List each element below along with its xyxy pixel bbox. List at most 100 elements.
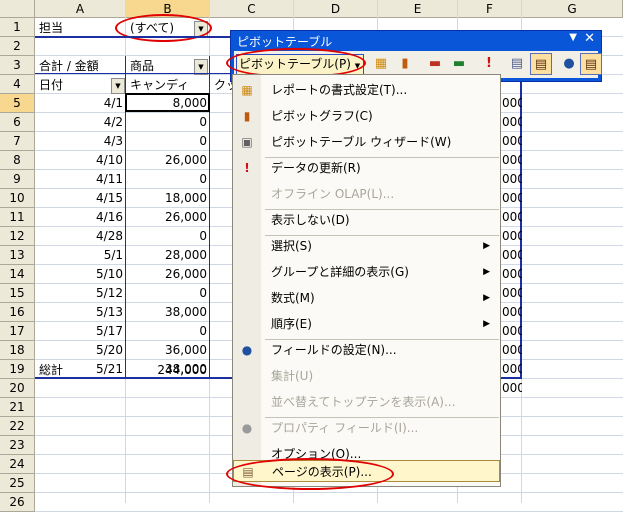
row-header[interactable]: 25: [0, 474, 35, 493]
row-header[interactable]: 8: [0, 151, 35, 170]
column-header-d[interactable]: D: [294, 0, 378, 18]
amount-cell[interactable]: 26,000: [127, 151, 210, 170]
menu-item-label: ピボットグラフ(C): [271, 109, 373, 123]
column-header-e[interactable]: E: [378, 0, 458, 18]
row-header[interactable]: 24: [0, 455, 35, 474]
active-cell-border: [125, 93, 210, 112]
amount-cell[interactable]: 26,000: [127, 208, 210, 227]
date-cell[interactable]: 5/20: [36, 341, 126, 360]
row-header[interactable]: 18: [0, 341, 35, 360]
partial-value-cell: 000: [502, 115, 522, 129]
row-field-dropdown-icon[interactable]: ▼: [111, 78, 125, 94]
row-header[interactable]: 1: [0, 18, 35, 37]
menu-item-13[interactable]: ● プロパティ フィールド(I)...: [233, 417, 500, 439]
row-field-label: 日付: [39, 78, 64, 92]
amount-cell[interactable]: 0: [127, 227, 210, 246]
menu-item-3[interactable]: ! データの更新(R): [233, 157, 500, 179]
amount-cell[interactable]: 38,000: [127, 303, 210, 322]
amount-cell[interactable]: 0: [127, 132, 210, 151]
amount-cell[interactable]: 26,000: [127, 265, 210, 284]
menu-item-label: オフライン OLAP(L)...: [271, 187, 395, 201]
close-icon[interactable]: ✕: [584, 31, 595, 46]
pivot-chart-icon[interactable]: ▮: [394, 53, 416, 75]
menu-item-4[interactable]: オフライン OLAP(L)...: [233, 183, 500, 205]
date-cell[interactable]: 4/28: [36, 227, 126, 246]
pivot-chart-icon: ▮: [243, 109, 251, 123]
column-header-g[interactable]: G: [522, 0, 623, 18]
date-cell[interactable]: 5/17: [36, 322, 126, 341]
include-hidden-icon[interactable]: ▤: [506, 53, 528, 75]
column-header-c[interactable]: C: [210, 0, 294, 18]
row-header[interactable]: 16: [0, 303, 35, 322]
row-header[interactable]: 23: [0, 436, 35, 455]
menu-item-10[interactable]: ● フィールドの設定(N)...: [233, 339, 500, 361]
amount-cell[interactable]: 0: [127, 170, 210, 189]
menu-item-9[interactable]: 順序(E) ▶: [233, 313, 500, 335]
hide-detail-icon[interactable]: ▬: [424, 53, 446, 75]
partial-value-cell: 000: [502, 324, 522, 338]
toolbar-options-icon[interactable]: ▼: [569, 32, 577, 43]
menu-item-1[interactable]: ▮ ピボットグラフ(C): [233, 105, 500, 127]
amount-cell[interactable]: 0: [127, 322, 210, 341]
date-cell[interactable]: 4/10: [36, 151, 126, 170]
field-settings-icon[interactable]: ●: [558, 53, 580, 75]
row-header[interactable]: 15: [0, 284, 35, 303]
amount-cell[interactable]: 18,000: [127, 189, 210, 208]
row-header[interactable]: 5: [0, 94, 35, 113]
partial-value-cell: 000: [502, 191, 522, 205]
row-header[interactable]: 6: [0, 113, 35, 132]
row-header[interactable]: 2: [0, 37, 35, 56]
menu-item-label: 並べ替えてトップテンを表示(A)...: [271, 395, 456, 409]
menu-item-7[interactable]: グループと詳細の表示(G) ▶: [233, 261, 500, 283]
amount-cell[interactable]: 28,000: [127, 246, 210, 265]
row-header[interactable]: 17: [0, 322, 35, 341]
date-cell[interactable]: 4/3: [36, 132, 126, 151]
menu-item-12[interactable]: 並べ替えてトップテンを表示(A)...: [233, 391, 500, 413]
amount-cell[interactable]: 0: [127, 113, 210, 132]
row-header[interactable]: 12: [0, 227, 35, 246]
row-header[interactable]: 22: [0, 417, 35, 436]
date-cell[interactable]: 4/11: [36, 170, 126, 189]
date-cell[interactable]: 4/2: [36, 113, 126, 132]
row-header[interactable]: 11: [0, 208, 35, 227]
partial-value-cell: 000: [502, 172, 522, 186]
refresh-icon[interactable]: !: [478, 53, 500, 75]
menu-item-5[interactable]: 表示しない(D): [233, 209, 500, 231]
date-cell[interactable]: 5/10: [36, 265, 126, 284]
always-show-items-icon[interactable]: ▤: [530, 53, 552, 75]
pivot-border-mid: [35, 73, 235, 74]
partial-value-cell: 000: [502, 305, 522, 319]
row-header[interactable]: 9: [0, 170, 35, 189]
partial-value-cell: 000: [502, 343, 522, 357]
row-header[interactable]: 4: [0, 75, 35, 94]
column-header-a[interactable]: A: [35, 0, 126, 18]
menu-item-2[interactable]: ▣ ピボットテーブル ウィザード(W): [233, 131, 500, 153]
row-header[interactable]: 19: [0, 360, 35, 379]
date-cell[interactable]: 4/16: [36, 208, 126, 227]
field-list-icon[interactable]: ▤: [580, 53, 602, 75]
row-header[interactable]: 7: [0, 132, 35, 151]
row-header[interactable]: 20: [0, 379, 35, 398]
menu-item-label: 数式(M): [271, 291, 315, 305]
row-header[interactable]: 13: [0, 246, 35, 265]
partial-value-cell: 000: [502, 229, 522, 243]
menu-item-11[interactable]: 集計(U): [233, 365, 500, 387]
row-header[interactable]: 3: [0, 56, 35, 75]
date-cell[interactable]: 5/12: [36, 284, 126, 303]
row-header[interactable]: 14: [0, 265, 35, 284]
row-header[interactable]: 10: [0, 189, 35, 208]
row-header[interactable]: 21: [0, 398, 35, 417]
date-cell[interactable]: 5/1: [36, 246, 126, 265]
menu-item-8[interactable]: 数式(M) ▶: [233, 287, 500, 309]
format-report-icon[interactable]: ▦: [370, 53, 392, 75]
date-cell[interactable]: 5/13: [36, 303, 126, 322]
menu-item-6[interactable]: 選択(S) ▶: [233, 235, 500, 257]
date-cell[interactable]: 4/1: [36, 94, 126, 113]
menu-item-0[interactable]: ▦ レポートの書式設定(T)...: [233, 79, 500, 101]
date-cell[interactable]: 4/15: [36, 189, 126, 208]
column-header-f[interactable]: F: [458, 0, 522, 18]
amount-cell[interactable]: 36,000: [127, 341, 210, 360]
select-all-corner[interactable]: [0, 0, 35, 18]
amount-cell[interactable]: 0: [127, 284, 210, 303]
show-detail-icon[interactable]: ▬: [448, 53, 470, 75]
